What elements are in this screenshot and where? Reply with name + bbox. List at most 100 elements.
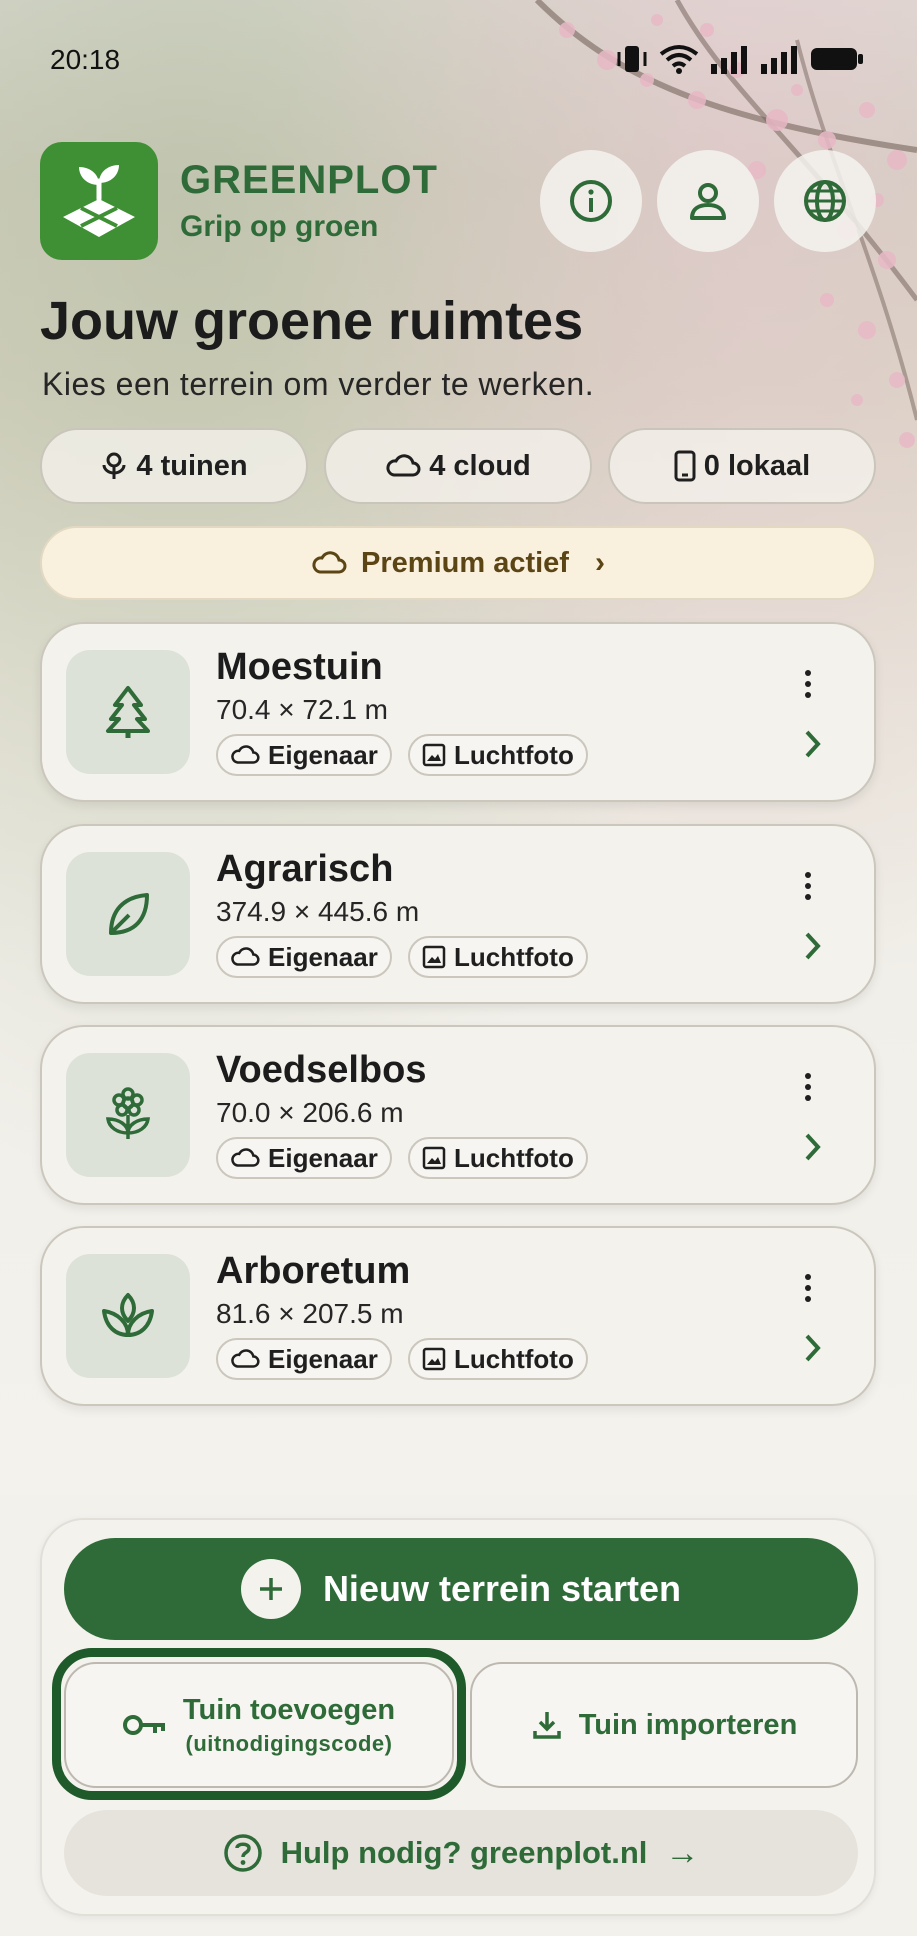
add-garden-label-group: Tuin toevoegen (uitnodigingscode) (183, 1694, 395, 1757)
sprout-plot-logo-icon (63, 165, 135, 237)
key-icon (122, 1715, 165, 1735)
owner-badge-label: Eigenaar (268, 739, 378, 770)
chevron-right-icon[interactable] (802, 1131, 824, 1163)
more-options-icon[interactable] (796, 1268, 820, 1308)
terrain-icon-tile (66, 1053, 190, 1177)
owner-badge-label: Eigenaar (268, 1142, 378, 1173)
leaf-icon (109, 893, 149, 935)
phone-icon (674, 450, 696, 482)
status-icons (615, 44, 865, 74)
app-tagline: Grip op groen (180, 210, 379, 243)
owner-badge-label: Eigenaar (268, 1343, 378, 1374)
aerial-photo-badge-label: Luchtfoto (454, 1343, 574, 1374)
aerial-photo-badge-label: Luchtfoto (454, 1142, 574, 1173)
app-name: GREENPLOT (180, 158, 438, 202)
status-time: 20:18 (50, 44, 121, 75)
stat-chip-gardens[interactable]: 4 tuinen (40, 428, 308, 504)
account-button[interactable] (657, 150, 759, 252)
stat-cloud-label: 4 cloud (429, 449, 531, 482)
more-options-icon[interactable] (796, 866, 820, 906)
terrain-name: Arboretum (216, 1250, 411, 1292)
help-label: Hulp nodig? greenplot.nl (280, 1835, 648, 1870)
signal-icon (711, 46, 747, 74)
stat-chip-cloud[interactable]: 4 cloud (324, 428, 592, 504)
battery-icon (811, 48, 863, 70)
chevron-right-icon[interactable] (802, 1332, 824, 1364)
terrain-icon-tile (66, 852, 190, 976)
wifi-icon (659, 45, 699, 74)
help-icon (223, 1834, 262, 1872)
app-header: GREENPLOT Grip op groen (40, 142, 880, 262)
terrain-card[interactable]: Moestuin 70.4 × 72.1 m Eigenaar Luchtfot… (40, 622, 876, 802)
status-bar: 20:18 (0, 0, 917, 120)
terrain-card[interactable]: Agrarisch 374.9 × 445.6 m Eigenaar Lucht… (40, 824, 876, 1004)
cloud-icon (231, 745, 260, 764)
info-button[interactable] (540, 150, 642, 252)
terrain-name: Voedselbos (216, 1049, 427, 1091)
more-options-icon[interactable] (796, 1067, 820, 1107)
account-icon (690, 183, 726, 220)
sprout-icon (102, 1293, 154, 1337)
stat-gardens-label: 4 tuinen (136, 449, 248, 482)
chevron-right-icon[interactable] (802, 728, 824, 760)
owner-badge: Eigenaar (216, 734, 392, 776)
page-subtitle: Kies een terrein om verder te werken. (42, 366, 595, 402)
globe-icon (804, 180, 846, 222)
chevron-right-icon: › (594, 546, 605, 579)
help-link[interactable]: Hulp nodig? greenplot.nl → (64, 1810, 858, 1896)
cloud-icon (231, 947, 260, 966)
aerial-photo-badge: Luchtfoto (408, 1137, 588, 1179)
image-icon (422, 945, 446, 969)
action-panel: Nieuw terrein starten Tuin toevoegen (ui… (40, 1518, 876, 1916)
terrain-card[interactable]: Voedselbos 70.0 × 206.6 m Eigenaar Lucht… (40, 1025, 876, 1205)
flower-icon (106, 1087, 150, 1139)
terrain-name: Moestuin (216, 646, 383, 688)
premium-banner[interactable]: Premium actief › (40, 526, 876, 600)
page-title: Jouw groene ruimtes (40, 291, 584, 351)
cloud-icon (231, 1349, 260, 1368)
terrain-icon-tile (66, 650, 190, 774)
terrain-dimensions: 374.9 × 445.6 m (216, 896, 420, 927)
vibrate-icon (617, 46, 647, 72)
download-icon (532, 1712, 561, 1739)
tree-icon (106, 686, 150, 738)
terrain-dimensions: 81.6 × 207.5 m (216, 1298, 404, 1329)
image-icon (422, 743, 446, 767)
terrain-card[interactable]: Arboretum 81.6 × 207.5 m Eigenaar Luchtf… (40, 1226, 876, 1406)
cloud-icon (386, 454, 421, 477)
aerial-photo-badge-label: Luchtfoto (454, 739, 574, 770)
owner-badge: Eigenaar (216, 1137, 392, 1179)
plus-icon (240, 1559, 301, 1619)
import-garden-button[interactable]: Tuin importeren (470, 1662, 858, 1788)
terrain-dimensions: 70.4 × 72.1 m (216, 694, 389, 725)
aerial-photo-badge: Luchtfoto (408, 936, 588, 978)
new-terrain-label: Nieuw terrein starten (322, 1568, 682, 1609)
owner-badge-label: Eigenaar (268, 941, 378, 972)
cloud-icon (312, 551, 347, 574)
new-terrain-button[interactable]: Nieuw terrein starten (64, 1538, 858, 1640)
cloud-icon (231, 1148, 260, 1167)
language-button[interactable] (774, 150, 876, 252)
image-icon (422, 1146, 446, 1170)
signal-icon-2 (761, 46, 797, 74)
flower-icon (102, 452, 126, 479)
import-garden-label: Tuin importeren (578, 1708, 798, 1741)
owner-badge: Eigenaar (216, 1338, 392, 1380)
stat-local-label: 0 lokaal (703, 449, 811, 482)
terrain-dimensions: 70.0 × 206.6 m (216, 1097, 404, 1128)
terrain-icon-tile (66, 1254, 190, 1378)
info-icon (570, 180, 612, 222)
aerial-photo-badge-label: Luchtfoto (454, 941, 574, 972)
add-garden-sublabel: (uitnodigingscode) (185, 1730, 393, 1756)
aerial-photo-badge: Luchtfoto (408, 1338, 588, 1380)
chevron-right-icon[interactable] (802, 930, 824, 962)
premium-label: Premium actief (361, 546, 569, 579)
aerial-photo-badge: Luchtfoto (408, 734, 588, 776)
add-garden-button[interactable]: Tuin toevoegen (uitnodigingscode) (64, 1662, 454, 1788)
owner-badge: Eigenaar (216, 936, 392, 978)
terrain-name: Agrarisch (216, 848, 394, 890)
app-logo (40, 142, 158, 260)
more-options-icon[interactable] (796, 664, 820, 704)
stat-chip-local[interactable]: 0 lokaal (608, 428, 876, 504)
add-garden-label: Tuin toevoegen (182, 1693, 396, 1726)
